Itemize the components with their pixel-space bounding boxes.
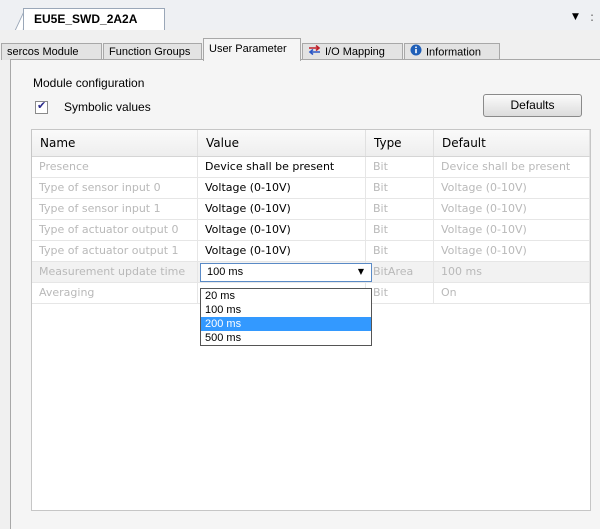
- tab-sercos-module[interactable]: sercos Module: [1, 43, 102, 60]
- dropdown-option[interactable]: 500 ms: [201, 331, 371, 345]
- dropdown-option-highlighted[interactable]: 200 ms: [201, 317, 371, 331]
- symbolic-values-checkbox[interactable]: ✔: [35, 99, 48, 114]
- param-value[interactable]: Voltage (0-10V): [198, 220, 366, 241]
- tab-label: sercos Module: [7, 46, 79, 58]
- param-name: Type of actuator output 0: [32, 220, 198, 241]
- tab-function-groups[interactable]: Function Groups: [103, 43, 202, 60]
- update-time-dropdown-list: 20 ms 100 ms 200 ms 500 ms: [200, 288, 372, 346]
- editor-tabs: sercos Module Function Groups User Param…: [0, 38, 600, 61]
- param-default: 100 ms: [434, 262, 590, 283]
- column-header-type[interactable]: Type: [366, 130, 434, 156]
- param-default: Voltage (0-10V): [434, 199, 590, 220]
- param-type: Bit: [366, 178, 434, 199]
- param-default: Voltage (0-10V): [434, 178, 590, 199]
- close-icon[interactable]: :: [590, 10, 594, 24]
- param-default: On: [434, 283, 590, 304]
- table-row[interactable]: Type of sensor input 0 Voltage (0-10V) B…: [32, 178, 590, 199]
- param-name: Type of sensor input 1: [32, 199, 198, 220]
- table-row[interactable]: Type of actuator output 1 Voltage (0-10V…: [32, 241, 590, 262]
- table-row[interactable]: Type of sensor input 1 Voltage (0-10V) B…: [32, 199, 590, 220]
- tab-io-mapping[interactable]: I/O Mapping: [302, 43, 403, 60]
- chevron-down-icon[interactable]: ▼: [358, 267, 364, 276]
- param-type: Bit: [366, 199, 434, 220]
- param-name: Presence: [32, 157, 198, 178]
- document-tab[interactable]: EU5E_SWD_2A2A: [23, 8, 165, 30]
- param-name: Type of sensor input 0: [32, 178, 198, 199]
- table-row[interactable]: Type of actuator output 0 Voltage (0-10V…: [32, 220, 590, 241]
- tab-label: I/O Mapping: [325, 46, 385, 58]
- param-value[interactable]: Voltage (0-10V): [198, 199, 366, 220]
- tab-label: Information: [426, 46, 482, 59]
- tab-information[interactable]: Information: [404, 43, 500, 60]
- update-time-combobox[interactable]: 100 ms ▼: [200, 263, 372, 282]
- param-type: BitArea: [366, 262, 434, 283]
- table-row[interactable]: Presence Device shall be present Bit Dev…: [32, 157, 590, 178]
- column-header-value[interactable]: Value: [198, 130, 366, 156]
- param-value[interactable]: Voltage (0-10V): [198, 241, 366, 262]
- column-header-default[interactable]: Default: [434, 130, 590, 156]
- param-type: Bit: [366, 220, 434, 241]
- param-default: Voltage (0-10V): [434, 241, 590, 262]
- param-name: Type of actuator output 1: [32, 241, 198, 262]
- section-title: Module configuration: [33, 76, 145, 90]
- param-value[interactable]: Device shall be present: [198, 157, 366, 178]
- tab-label: User Parameter: [209, 43, 287, 55]
- param-value[interactable]: Voltage (0-10V): [198, 178, 366, 199]
- combobox-selected-value: 100 ms: [207, 266, 244, 278]
- defaults-button[interactable]: Defaults: [483, 94, 582, 117]
- io-mapping-arrows-icon: [308, 44, 321, 60]
- tab-user-parameter[interactable]: User Parameter: [203, 38, 301, 61]
- param-name: Measurement update time: [32, 262, 198, 283]
- grid-header: Name Value Type Default: [32, 130, 590, 157]
- param-type: Bit: [366, 241, 434, 262]
- param-type: Bit: [366, 283, 434, 304]
- dropdown-option[interactable]: 20 ms: [201, 289, 371, 303]
- symbolic-values-label: Symbolic values: [64, 100, 151, 114]
- param-name: Averaging: [32, 283, 198, 304]
- param-default: Device shall be present: [434, 157, 590, 178]
- tab-label: Function Groups: [109, 46, 191, 58]
- document-tab-title: EU5E_SWD_2A2A: [34, 12, 138, 26]
- column-header-name[interactable]: Name: [32, 130, 198, 156]
- param-type: Bit: [366, 157, 434, 178]
- checkmark-icon: ✔: [37, 99, 47, 112]
- param-default: Voltage (0-10V): [434, 220, 590, 241]
- dropdown-option[interactable]: 100 ms: [201, 303, 371, 317]
- document-tab-strip: EU5E_SWD_2A2A ▼ :: [0, 0, 600, 30]
- tab-menu-chevron-icon[interactable]: ▼: [572, 12, 579, 22]
